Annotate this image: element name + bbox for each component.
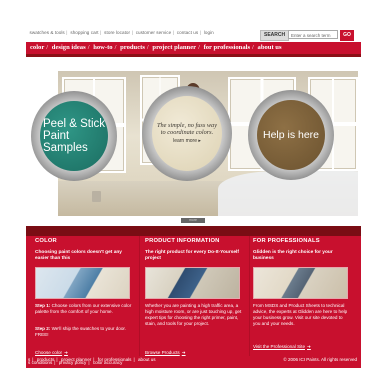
nav-item-products[interactable]: products bbox=[120, 44, 145, 51]
product-info-column: PRODUCT INFORMATION The right product fo… bbox=[142, 236, 246, 368]
choose-color-link[interactable]: Choose color ➜ bbox=[35, 350, 68, 356]
footer-bar: s | products | project planner | for profes… bbox=[26, 357, 361, 367]
utility-link-store-locator[interactable]: store locator bbox=[103, 30, 132, 35]
nav-item-how-to[interactable]: how-to bbox=[93, 44, 112, 51]
professionals-column: FOR PROFESSIONALS Glidden is the right c… bbox=[250, 236, 354, 368]
search-go-button[interactable]: GO bbox=[340, 30, 354, 41]
color-step-1: Step 1: Choose colors from our extensive… bbox=[35, 303, 132, 314]
peel-stick-can[interactable]: Peel & Stick Paint Samples bbox=[31, 91, 117, 181]
professionals-photo bbox=[253, 267, 348, 299]
browse-products-link[interactable]: Browse Products ➜ bbox=[145, 350, 186, 356]
nav-item-design-ideas[interactable]: design ideas bbox=[52, 44, 86, 51]
footer-link-about-us[interactable]: about us bbox=[138, 357, 156, 362]
learn-more-link[interactable]: learn more ▸ bbox=[157, 138, 217, 145]
paint-bucket bbox=[92, 191, 101, 202]
peel-stick-lid: Peel & Stick Paint Samples bbox=[40, 101, 108, 171]
product-info-body: Whether you are painting a high traffic … bbox=[145, 303, 242, 326]
nav-item-about-us[interactable]: about us bbox=[258, 44, 282, 51]
hero-tag: more bbox=[181, 218, 205, 223]
footer-link-products[interactable]: products bbox=[37, 357, 55, 362]
column-divider-1 bbox=[139, 236, 140, 356]
page: swatches & tools | shopping cart | store l… bbox=[26, 20, 361, 368]
professionals-body: From MSDS and Product Sheets to technica… bbox=[253, 303, 348, 326]
utility-link-contact[interactable]: contact us bbox=[175, 30, 199, 35]
utility-link-cart[interactable]: shopping cart bbox=[69, 30, 100, 35]
color-photo bbox=[35, 267, 130, 299]
nav-divider bbox=[26, 54, 361, 57]
nav-item-color[interactable]: color bbox=[30, 44, 44, 51]
content-panel: COLOR Choosing paint colors doesn't get … bbox=[26, 226, 361, 368]
product-info-heading: PRODUCT INFORMATION bbox=[145, 238, 220, 244]
professionals-subtitle: Glidden is the right choice for your bus… bbox=[253, 250, 333, 262]
professional-site-link[interactable]: Visit the Professional Site ➜ bbox=[253, 344, 311, 350]
content-panel-header bbox=[26, 226, 361, 236]
nav-item-project-planner[interactable]: project planner bbox=[152, 44, 196, 51]
color-step-2: Step 2: We'll ship the swatches to your … bbox=[35, 326, 126, 337]
color-heading: COLOR bbox=[35, 238, 57, 244]
utility-link-swatches[interactable]: swatches & tools bbox=[28, 30, 66, 35]
nav-item-professionals[interactable]: for professionals bbox=[204, 44, 250, 51]
peel-stick-text: Peel & Stick Paint Samples bbox=[43, 118, 105, 154]
utility-link-customer-service[interactable]: customer service bbox=[134, 30, 173, 35]
coordinate-colors-can[interactable]: The simple, no fuss way to coordinate co… bbox=[142, 86, 232, 181]
utility-links: swatches & tools | shopping cart | store l… bbox=[28, 30, 215, 35]
search-label: SEARCH bbox=[260, 30, 290, 41]
product-info-subtitle: The right product for every Do-It-Yourse… bbox=[145, 250, 239, 262]
coordinate-colors-text: The simple, no fuss way to coordinate co… bbox=[157, 121, 217, 145]
help-is-here-can[interactable]: Help is here bbox=[248, 90, 334, 180]
help-is-here-text: Help is here bbox=[262, 129, 320, 141]
professionals-heading: FOR PROFESSIONALS bbox=[253, 238, 320, 244]
product-info-photo bbox=[145, 267, 240, 299]
utility-link-login[interactable]: login bbox=[202, 30, 215, 35]
utility-bar: swatches & tools | shopping cart | store l… bbox=[26, 29, 361, 41]
coordinate-colors-lid: The simple, no fuss way to coordinate co… bbox=[152, 96, 222, 171]
footer-links-row-2-items: s | products | project planner | for profes… bbox=[28, 357, 156, 362]
footer-link-project-planner[interactable]: project planner bbox=[61, 357, 91, 362]
help-is-here-lid: Help is here bbox=[257, 100, 325, 170]
footer-link-professionals[interactable]: for professionals bbox=[98, 357, 132, 362]
color-column: COLOR Choosing paint colors doesn't get … bbox=[32, 236, 136, 368]
search-input[interactable]: Enter a search term bbox=[288, 30, 338, 39]
copyright: © 2006 ICI Paints. All rights reserved bbox=[283, 357, 357, 362]
main-nav: color / design ideas / how-to / products / p… bbox=[26, 42, 361, 54]
color-subtitle: Choosing paint colors doesn't get any ea… bbox=[35, 250, 122, 262]
